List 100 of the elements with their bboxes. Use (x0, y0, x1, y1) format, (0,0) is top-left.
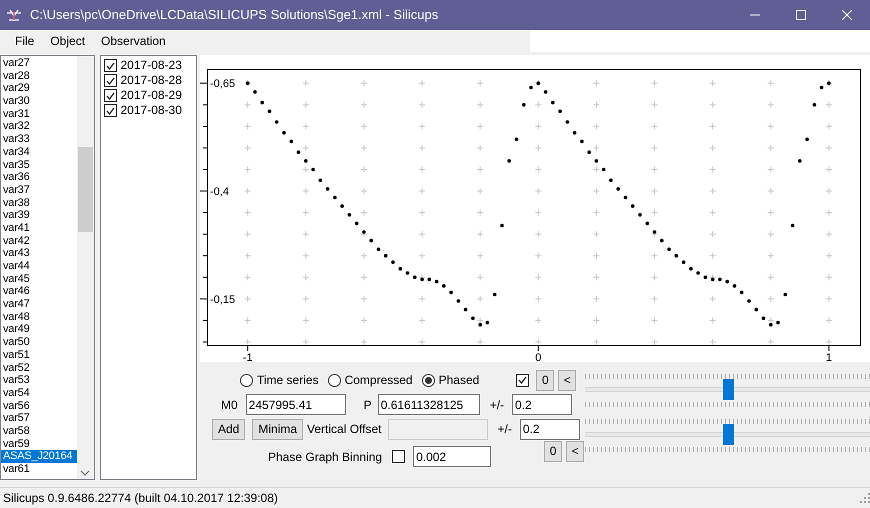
resize-grip-icon (860, 493, 870, 503)
data-point (652, 230, 656, 234)
data-point (558, 110, 562, 114)
list-item[interactable]: var34 (1, 146, 76, 158)
list-item[interactable]: var50 (1, 336, 76, 349)
small-button[interactable]: < (566, 441, 584, 462)
list-item[interactable]: var57 (1, 412, 76, 425)
axis-label: -0,65 (210, 78, 236, 90)
checkbox[interactable] (104, 74, 116, 87)
data-point (812, 103, 816, 107)
observation-date[interactable]: 2017-08-28 (120, 73, 182, 88)
list-item[interactable]: var32 (1, 120, 76, 134)
data-point (718, 278, 722, 282)
data-point (486, 320, 490, 324)
radio-option[interactable]: Time series (240, 371, 319, 390)
list-item[interactable]: var42 (1, 234, 76, 248)
list-item[interactable]: var61 (1, 463, 76, 476)
list-item[interactable]: var38 (1, 196, 76, 210)
data-point (580, 140, 584, 144)
list-item[interactable]: var59 (1, 438, 76, 450)
data-point (762, 316, 766, 320)
data-point (246, 81, 250, 85)
list-item[interactable]: var53 (1, 374, 76, 387)
list-item[interactable]: var46 (1, 285, 76, 298)
data-point (529, 86, 533, 90)
slider-thumb[interactable] (722, 379, 734, 400)
m0-field[interactable]: 2457995.41 (246, 394, 346, 416)
list-item[interactable]: var47 (1, 298, 76, 311)
checkbox[interactable] (104, 59, 116, 72)
list-item[interactable]: var45 (1, 272, 76, 286)
data-point (587, 150, 591, 154)
data-point (406, 271, 410, 275)
data-point (725, 280, 729, 284)
list-item[interactable]: var36 (1, 171, 76, 184)
list-item[interactable]: var56 (1, 400, 76, 412)
list-item[interactable]: var29 (1, 82, 76, 96)
data-point (362, 230, 366, 234)
scrollbar[interactable] (76, 56, 94, 479)
observation-date[interactable]: 2017-08-23 (120, 58, 182, 73)
list-item[interactable]: ASAS_J20164 (1, 450, 76, 463)
action-button[interactable]: Add (212, 418, 246, 440)
list-item[interactable]: var41 (1, 222, 76, 235)
axis-label: 0 (535, 352, 542, 362)
data-point (682, 260, 686, 264)
data-point (391, 260, 395, 264)
field-label: +/- (498, 421, 512, 438)
chevron-down-icon[interactable] (80, 470, 90, 476)
list-item[interactable]: var33 (1, 133, 76, 146)
list-item[interactable]: var28 (1, 70, 76, 82)
list-item[interactable]: var39 (1, 209, 76, 222)
checkbox[interactable] (104, 104, 116, 117)
data-point (616, 187, 620, 191)
data-point (776, 320, 780, 324)
list-item[interactable]: var37 (1, 184, 76, 197)
data-point (696, 271, 700, 275)
axis-label: 1 (826, 352, 832, 362)
data-point (296, 150, 300, 154)
observation-date[interactable]: 2017-08-30 (120, 103, 182, 118)
binning-field[interactable]: 0.002 (413, 446, 492, 467)
checkbox[interactable] (516, 374, 530, 387)
data-point (514, 138, 518, 142)
data-point (434, 280, 438, 284)
small-button[interactable]: 0 (536, 370, 554, 391)
checkbox[interactable] (104, 89, 116, 102)
data-point (732, 284, 736, 288)
radio-option[interactable]: Phased (422, 371, 480, 390)
data-point (827, 81, 831, 85)
data-point (747, 299, 751, 303)
list-item[interactable]: var44 (1, 260, 76, 273)
list-item[interactable]: var27 (1, 57, 76, 70)
list-item[interactable]: var51 (1, 348, 76, 362)
observation-date[interactable]: 2017-08-29 (120, 88, 182, 103)
list-item[interactable]: var30 (1, 95, 76, 108)
window-title: C:\Users\pc\OneDrive\LCData\SILICUPS Solutions\Sge1.xml - Silicups (30, 6, 438, 24)
list-item[interactable]: var58 (1, 424, 76, 438)
data-point (282, 131, 286, 135)
data-point (492, 292, 496, 296)
small-button[interactable]: 0 (544, 441, 562, 462)
list-item[interactable]: var54 (1, 386, 76, 400)
scrollbar-thumb[interactable] (78, 147, 92, 232)
menu-item[interactable]: File (7, 29, 42, 53)
list-item[interactable]: var49 (1, 323, 76, 336)
data-point (674, 254, 678, 258)
menu-item[interactable]: Object (42, 29, 94, 53)
action-button[interactable]: Minima (252, 418, 304, 440)
list-item[interactable]: var52 (1, 362, 76, 374)
tolerance-field[interactable]: 0.2 (512, 394, 572, 416)
list-item[interactable]: var35 (1, 158, 76, 172)
list-item[interactable]: var48 (1, 310, 76, 324)
data-point (274, 120, 278, 124)
data-point (624, 196, 628, 200)
list-item[interactable]: var43 (1, 247, 76, 260)
list-item[interactable]: var31 (1, 108, 76, 120)
radio-option[interactable]: Compressed (328, 371, 413, 390)
menu-item[interactable]: Observation (93, 29, 174, 53)
small-button[interactable]: < (558, 370, 576, 391)
checkbox[interactable] (392, 450, 406, 463)
period-field[interactable]: 0.61611328125 (378, 394, 480, 416)
slider-thumb[interactable] (722, 424, 734, 445)
data-point (311, 168, 315, 172)
